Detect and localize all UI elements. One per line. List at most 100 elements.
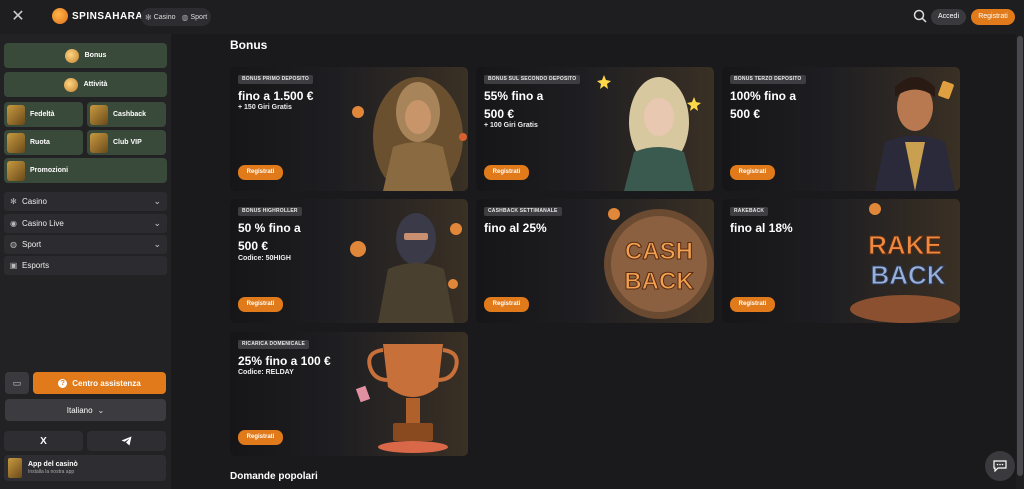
- card-headline: fino al 18%: [730, 221, 793, 235]
- man-illustration: [875, 77, 955, 191]
- language-label: Italiano: [66, 405, 93, 415]
- sidebar-item-label: Attività: [83, 81, 108, 88]
- chat-bubble-icon: [993, 460, 1007, 472]
- scrollbar-thumb[interactable]: [1017, 36, 1023, 476]
- sidebar-nav-sport[interactable]: ◍ Sport ⌄: [4, 235, 167, 254]
- cashback-illustration: CASH BACK: [604, 208, 714, 319]
- wheel-icon: [7, 132, 25, 153]
- live-chat-button[interactable]: [985, 451, 1015, 481]
- casino-chip-icon: ✻: [10, 197, 17, 206]
- card-tag: BONUS SUL SECONDO DEPOSITO: [484, 75, 581, 84]
- chevron-down-icon: ⌄: [153, 239, 161, 249]
- card-headline: 100% fino a 500 €: [730, 89, 797, 121]
- rakeback-art-line1: RAKE: [868, 230, 942, 260]
- sidebar: Bonus Attività Fedeltà Cashback Ruota Cl…: [0, 34, 171, 489]
- sidebar-nav-label: Casino Live: [22, 219, 64, 228]
- sidebar-item-vip-club[interactable]: Club VIP: [87, 130, 166, 155]
- sidebar-item-bonus[interactable]: Bonus: [4, 43, 167, 68]
- chevron-down-icon: ⌄: [153, 218, 161, 228]
- search-icon[interactable]: [913, 9, 927, 23]
- tab-sport-label: Sport: [190, 13, 208, 21]
- product-switcher: ✻ Casino ◍ Sport: [141, 8, 212, 26]
- register-button[interactable]: Registrati: [238, 297, 283, 312]
- promotions-icon: [7, 160, 25, 181]
- app-banner-title: App del casinò: [28, 461, 78, 468]
- casino-chip-icon: ✻: [145, 12, 152, 22]
- bonus-card-highroller[interactable]: BONUS HIGHROLLER 50 % fino a 500 € Codic…: [230, 199, 468, 323]
- bonus-card-weekly-cashback[interactable]: CASH BACK CASHBACK SETTIMANALE fino al 2…: [476, 199, 714, 323]
- faq-heading: Domande popolari: [230, 471, 318, 482]
- card-headline: fino al 25%: [484, 221, 547, 235]
- sidebar-item-activity[interactable]: Attività: [4, 72, 167, 97]
- trophy-illustration: [355, 344, 459, 453]
- sidebar-item-promotions[interactable]: Promozioni: [4, 158, 167, 183]
- login-button[interactable]: Accedi: [931, 9, 966, 25]
- tab-casino[interactable]: ✻ Casino: [145, 13, 176, 22]
- logo[interactable]: SPINSAHARA: [52, 8, 143, 24]
- card-tag: BONUS PRIMO DEPOSITO: [238, 75, 313, 84]
- rakeback-art-line2: BACK: [870, 260, 945, 290]
- card-headline: 55% fino a 500 €: [484, 89, 544, 121]
- trophy-icon: [63, 77, 78, 92]
- close-menu-button[interactable]: ✕: [10, 9, 26, 25]
- register-button[interactable]: Registrati: [238, 165, 283, 180]
- telegram-icon: [121, 436, 132, 446]
- tab-sport[interactable]: ◍ Sport: [182, 13, 208, 22]
- card-tag: RAKEBACK: [730, 207, 769, 216]
- register-button[interactable]: Registrati: [484, 297, 529, 312]
- sidebar-nav-casino[interactable]: ✻ Casino ⌄: [4, 192, 167, 211]
- x-social-link[interactable]: X: [4, 431, 83, 451]
- register-button[interactable]: Registrati: [730, 297, 775, 312]
- gamepad-icon: ▣: [9, 261, 18, 270]
- cashback-art-line1: CASH: [625, 238, 693, 265]
- register-button[interactable]: Registrati: [730, 165, 775, 180]
- sidebar-item-cashback[interactable]: Cashback: [87, 102, 166, 127]
- sidebar-item-wheel[interactable]: Ruota: [4, 130, 83, 155]
- card-subtext: Codice: 50HIGH: [238, 255, 291, 262]
- chat-button[interactable]: ▭: [5, 372, 29, 394]
- app-phone-icon: [8, 458, 22, 478]
- app-banner-subtitle: Installa la nostra app: [28, 469, 75, 475]
- bonus-card-first-deposit[interactable]: BONUS PRIMO DEPOSITO fino a 1.500 € + 15…: [230, 67, 468, 191]
- card-headline: 25% fino a 100 €: [238, 354, 331, 368]
- cashback-art-line2: BACK: [624, 268, 694, 295]
- register-button[interactable]: Registrati: [238, 430, 283, 445]
- card-tag: CASHBACK SETTIMANALE: [484, 207, 562, 216]
- ball-icon: ◍: [10, 240, 17, 249]
- bonus-card-third-deposit[interactable]: BONUS TERZO DEPOSITO 100% fino a 500 € R…: [722, 67, 960, 191]
- sidebar-item-label: Cashback: [113, 111, 147, 118]
- card-subtext: + 150 Giri Gratis: [238, 104, 292, 111]
- register-button[interactable]: Registrati: [971, 9, 1015, 25]
- chat-icon: ▭: [12, 377, 22, 388]
- rakeback-illustration: RAKE BACK: [850, 203, 960, 323]
- blonde-woman-illustration: [597, 75, 701, 191]
- sidebar-nav-label: Casino: [22, 197, 47, 206]
- sidebar-item-loyalty[interactable]: Fedeltà: [4, 102, 83, 127]
- telegram-social-link[interactable]: [87, 431, 166, 451]
- help-center-button[interactable]: ? Centro assistenza: [33, 372, 166, 394]
- sidebar-nav-casino-live[interactable]: ◉ Casino Live ⌄: [4, 214, 167, 233]
- hooded-woman-illustration: [352, 77, 467, 191]
- casino-app-banner[interactable]: App del casinò Installa la nostra app: [4, 455, 166, 481]
- card-tag: RICARICA DOMENICALE: [238, 340, 310, 349]
- sidebar-nav-label: Sport: [22, 240, 42, 249]
- tab-casino-label: Casino: [153, 13, 176, 21]
- sidebar-item-label: Ruota: [30, 139, 50, 146]
- vip-icon: [90, 132, 108, 153]
- card-tag: BONUS HIGHROLLER: [238, 207, 302, 216]
- card-headline: fino a 1.500 €: [238, 89, 314, 103]
- live-icon: ◉: [10, 219, 17, 228]
- card-subtext: Codice: RELDAY: [238, 369, 294, 376]
- sidebar-nav-label: Esports: [22, 261, 50, 270]
- bonus-card-rakeback[interactable]: RAKE BACK RAKEBACK fino al 18% Registrat…: [722, 199, 960, 323]
- register-button[interactable]: Registrati: [484, 165, 529, 180]
- bonus-card-second-deposit[interactable]: BONUS SUL SECONDO DEPOSITO 55% fino a 50…: [476, 67, 714, 191]
- language-selector[interactable]: Italiano ⌄: [5, 399, 166, 421]
- loyalty-icon: [7, 104, 25, 125]
- page-title: Bonus: [230, 38, 268, 52]
- card-headline: 50 % fino a 500 €: [238, 221, 301, 253]
- coins-icon: [64, 48, 79, 63]
- sidebar-nav-esports[interactable]: ▣ Esports: [4, 256, 167, 275]
- bonus-card-sunday-reload[interactable]: RICARICA DOMENICALE 25% fino a 100 € Cod…: [230, 332, 468, 456]
- logo-text: SPINSAHARA: [72, 10, 144, 22]
